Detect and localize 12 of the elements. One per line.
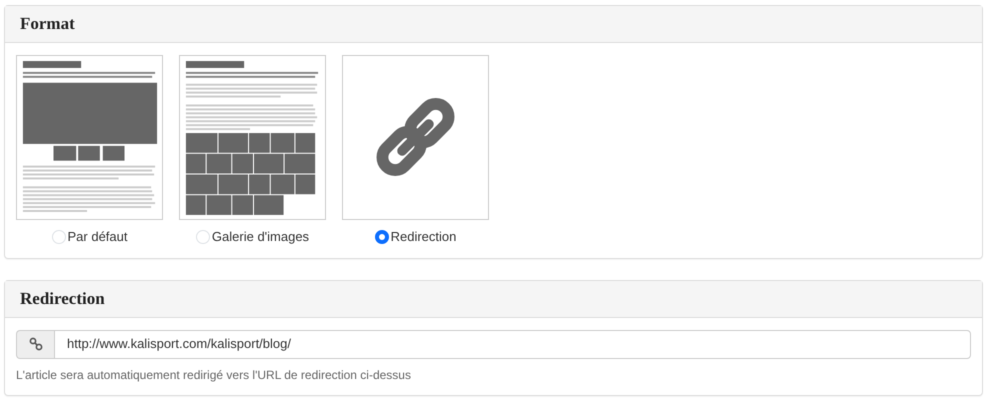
url-input[interactable]: http://www.kalisport.com/kalisport/blog/: [54, 330, 971, 358]
help-text: L'article sera automatiquement redirigé vers l'URL de redirection ci-dessus: [16, 366, 412, 384]
panel-title: Redirection: [20, 288, 105, 310]
option-label[interactable]: Redirection: [390, 227, 456, 246]
default-layout-drawing[interactable]: [16, 55, 163, 220]
panel-title: Format: [20, 13, 75, 36]
option-label[interactable]: Galerie d'images: [212, 227, 310, 246]
radio-button[interactable]: [374, 230, 389, 244]
option-label[interactable]: Par défaut: [68, 227, 128, 246]
link-icon: [28, 337, 42, 351]
gallery-layout-drawing[interactable]: [179, 55, 326, 220]
link-drawing[interactable]: [342, 55, 489, 220]
